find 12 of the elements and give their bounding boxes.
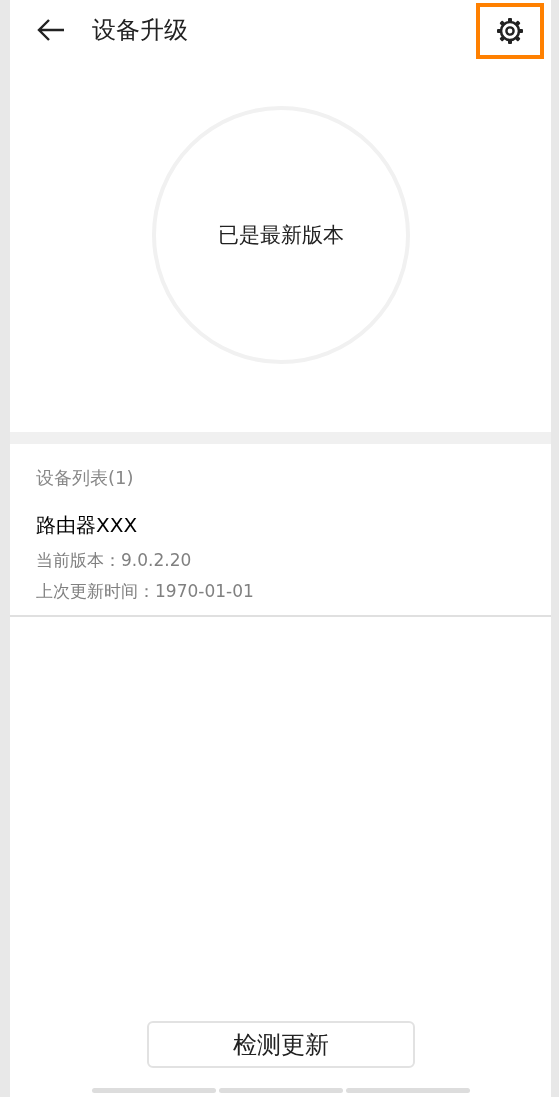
- status-text: 已是最新版本: [217, 222, 344, 249]
- back-arrow-icon: [36, 18, 66, 42]
- device-item[interactable]: 路由器XXX 当前版本：9.0.2.20 上次更新时间：1970-01-01: [36, 512, 525, 615]
- section-heading: 设备列表(1): [36, 466, 135, 490]
- check-update-button[interactable]: 检测更新: [146, 1021, 415, 1068]
- settings-icon: [494, 15, 526, 47]
- device-version: 当前版本：9.0.2.20: [36, 549, 193, 572]
- page-title: 设备升级: [92, 15, 188, 46]
- device-name: 路由器XXX: [36, 512, 139, 539]
- back-button[interactable]: [36, 18, 66, 42]
- last-update-time: 上次更新时间：1970-01-01: [36, 580, 255, 603]
- settings-button[interactable]: [476, 3, 544, 59]
